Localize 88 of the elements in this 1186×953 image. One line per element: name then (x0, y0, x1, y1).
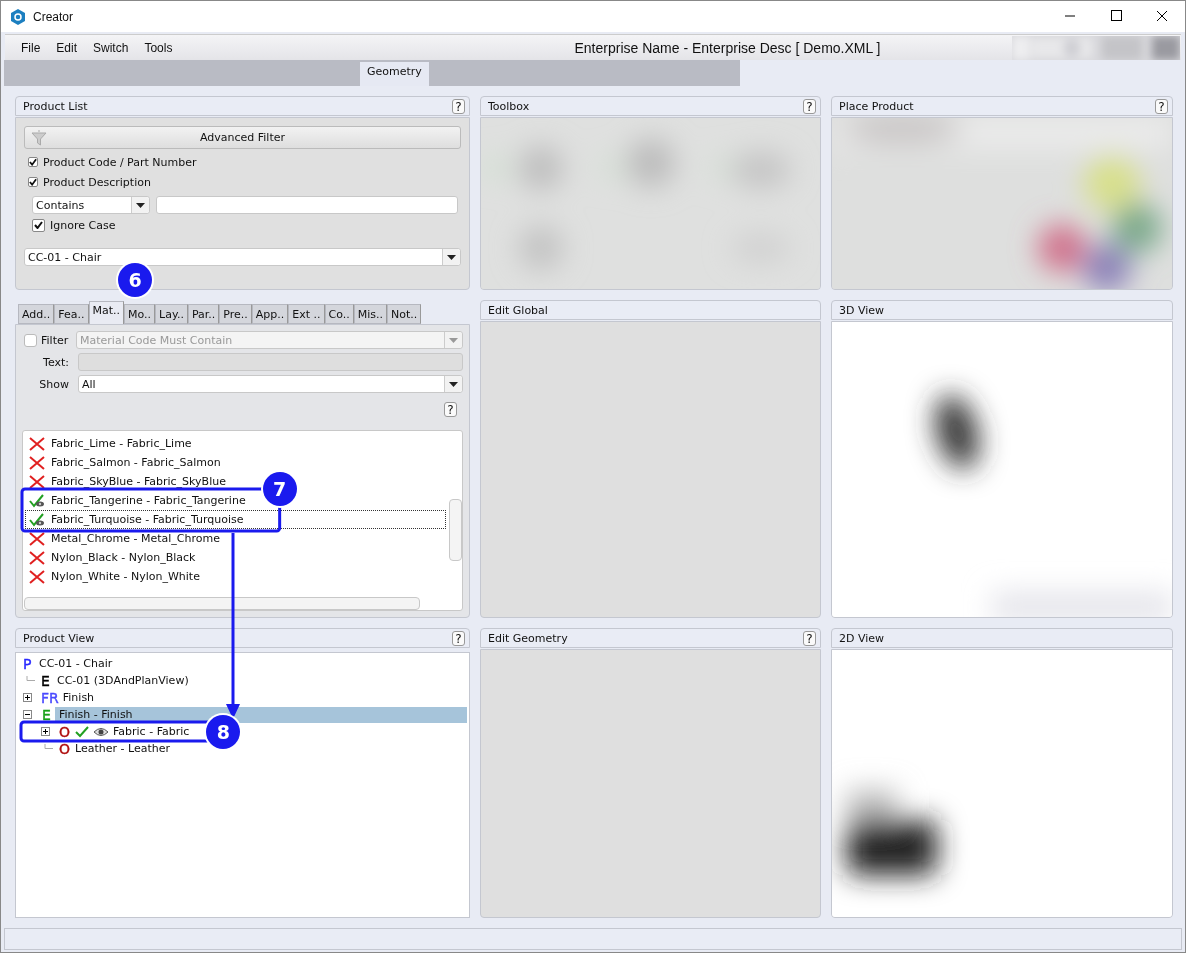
tree-item[interactable]: O Fabric - Fabric (59, 723, 193, 740)
checkbox[interactable] (28, 157, 38, 167)
checkbox[interactable] (28, 177, 38, 187)
tree-item[interactable]: P CC-01 - Chair (23, 655, 116, 672)
check-eye-icon (29, 512, 44, 527)
panel-title: 2D View (839, 631, 885, 645)
help-button[interactable]: ? (452, 630, 465, 646)
checkbox-label: Product Description (43, 175, 151, 189)
panel-title: Edit Global (488, 303, 548, 317)
tab[interactable]: Lay.. (155, 304, 188, 324)
cross-icon (29, 436, 45, 451)
tab[interactable]: App.. (251, 304, 289, 324)
caret-icon[interactable] (136, 202, 145, 208)
list-item[interactable]: Nylon_Black - Nylon_Black (25, 548, 199, 567)
callout-badge: 7 (262, 472, 297, 506)
advanced-filter-button[interactable]: Advanced Filter (24, 126, 461, 149)
show-dropdown[interactable]: All (78, 375, 463, 393)
field-label: Text: (42, 355, 70, 369)
type-letter: O (59, 740, 71, 757)
cross-icon (29, 455, 45, 470)
menu-item[interactable]: File (13, 40, 49, 55)
cross-icon (29, 550, 45, 565)
list-item[interactable]: Nylon_White - Nylon_White (25, 567, 203, 586)
tree-item[interactable]: FR Finish (41, 689, 98, 706)
callout-badge: 6 (118, 263, 153, 297)
scrollbar[interactable] (449, 499, 462, 561)
menu-item[interactable]: Edit (48, 40, 86, 55)
checkbox-label: Ignore Case (50, 218, 116, 232)
cross-icon (29, 531, 45, 546)
list-item[interactable]: Fabric_Tangerine - Fabric_Tangerine (25, 491, 249, 510)
check-eye-icon (29, 493, 44, 508)
help-button[interactable]: ? (452, 98, 465, 114)
tab[interactable]: Ext .. (288, 304, 325, 324)
tab[interactable]: Co.. (324, 304, 354, 324)
product-dropdown[interactable]: CC-01 - Chair (24, 248, 461, 266)
scrollbar[interactable] (24, 597, 420, 610)
panel-title: Product List (23, 99, 88, 113)
match-dropdown[interactable]: Contains (32, 196, 150, 214)
cross-icon (29, 569, 45, 584)
caret-icon[interactable] (449, 381, 458, 387)
window-title: Creator (33, 9, 73, 24)
search-field[interactable] (156, 196, 458, 214)
tree-item[interactable]: E Finish - Finish (41, 706, 467, 723)
list-item[interactable]: Fabric_Turquoise - Fabric_Turquoise (25, 510, 446, 529)
panel-title: Edit Geometry (488, 631, 568, 645)
funnel-icon (31, 130, 47, 146)
help-button[interactable]: ? (444, 402, 457, 417)
tab[interactable]: Fea.. (54, 304, 89, 324)
panel-title: Product View (23, 631, 95, 645)
menu-item[interactable]: Tools (136, 40, 181, 55)
tab[interactable]: Not.. (387, 304, 422, 324)
callout-badge: 8 (206, 714, 241, 749)
field-label: Show (38, 377, 70, 391)
panel-title: Toolbox (488, 99, 530, 113)
app-logo-icon (11, 8, 25, 25)
collapse-icon[interactable] (23, 710, 32, 719)
document-title: Enterprise Name - Enterprise Desc [ Demo.XML ] (573, 39, 882, 56)
tab[interactable]: Mo.. (124, 304, 156, 324)
tab[interactable]: Pre.. (219, 304, 252, 324)
caret-icon[interactable] (447, 254, 456, 260)
list-item[interactable]: Fabric_Lime - Fabric_Lime (25, 434, 195, 453)
type-letter: O (59, 723, 71, 740)
checkbox-label: Product Code / Part Number (43, 155, 197, 169)
field-label: Filter (41, 333, 70, 347)
expand-icon[interactable] (41, 727, 50, 736)
list-item[interactable]: Fabric_Salmon - Fabric_Salmon (25, 453, 224, 472)
tree-item[interactable]: O Leather - Leather (59, 740, 173, 757)
type-letter: E (41, 706, 55, 723)
tree-item[interactable]: E CC-01 (3DAndPlanView) (41, 672, 192, 689)
expand-icon[interactable] (23, 693, 32, 702)
tab[interactable]: Par.. (187, 304, 220, 324)
help-button[interactable]: ? (1155, 98, 1168, 114)
menu-item[interactable]: Switch (85, 40, 137, 55)
type-letter: E (41, 672, 51, 689)
panel-title: 3D View (839, 303, 885, 317)
tab[interactable]: Add.. (18, 304, 55, 324)
list-item[interactable]: Metal_Chrome - Metal_Chrome (25, 529, 223, 548)
panel-title: Place Product (839, 99, 914, 113)
tab[interactable]: Mat.. (88, 301, 125, 325)
type-letter: FR (41, 689, 59, 706)
list-item[interactable]: Fabric_SkyBlue - Fabric_SkyBlue (25, 472, 229, 491)
cross-icon (29, 474, 45, 489)
checkbox[interactable] (32, 218, 45, 232)
help-button[interactable]: ? (803, 98, 816, 114)
tab[interactable]: Mis.. (353, 304, 388, 324)
help-button[interactable]: ? (803, 630, 816, 646)
type-letter: P (23, 655, 33, 672)
tab[interactable]: Geometry (360, 62, 429, 86)
